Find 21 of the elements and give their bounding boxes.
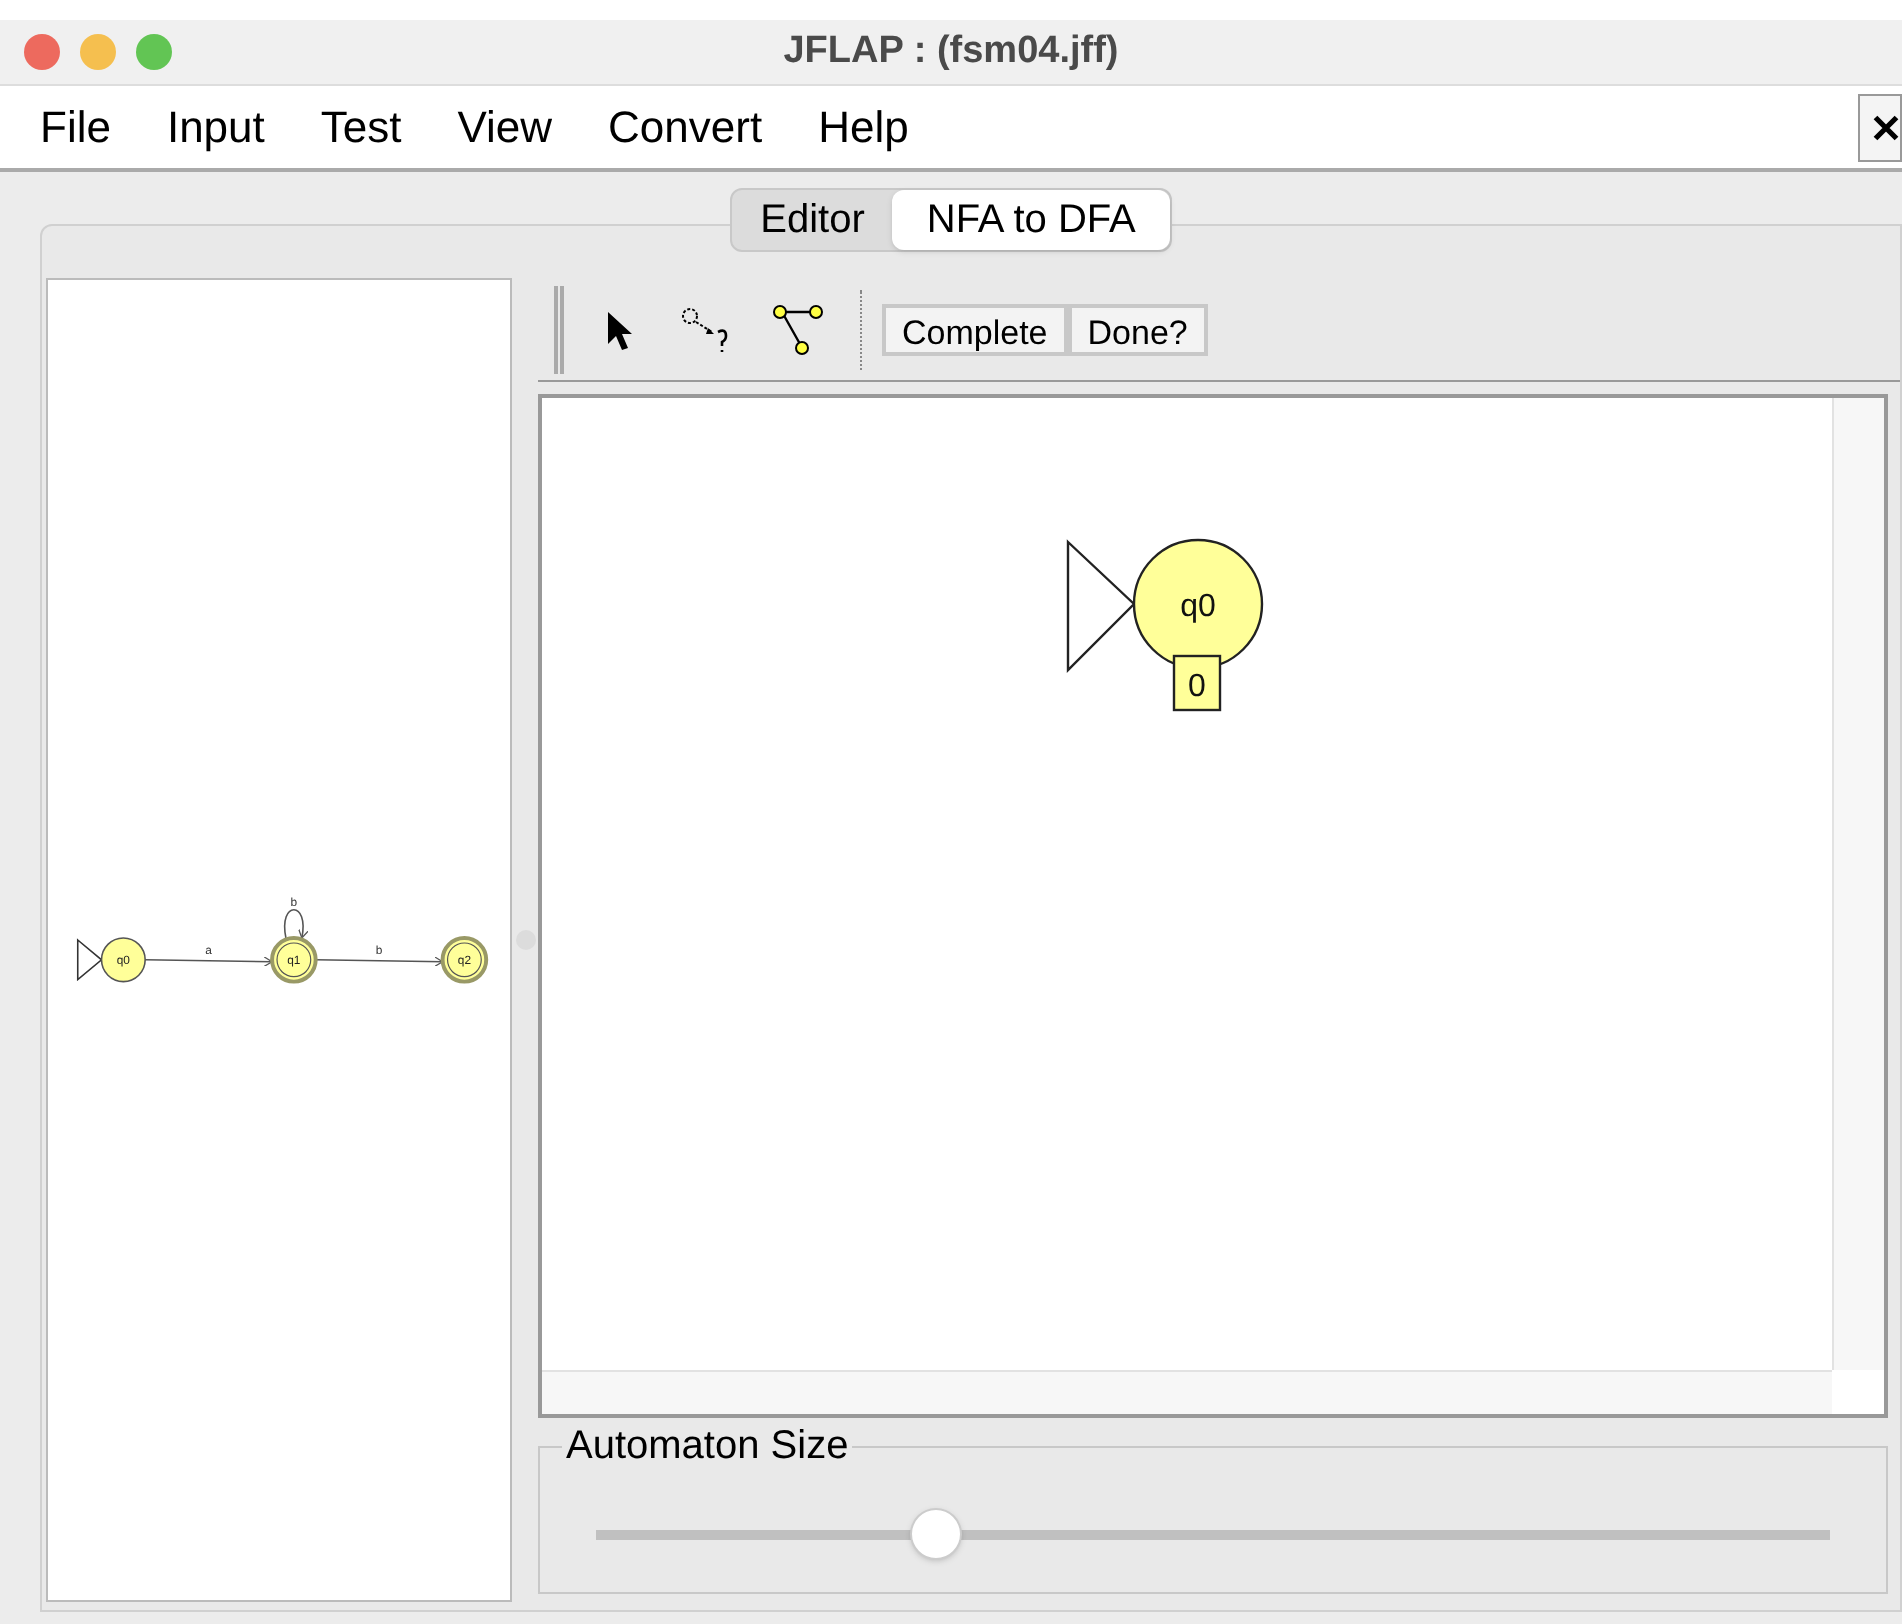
- graph-nodes-icon[interactable]: [772, 301, 828, 357]
- complete-button[interactable]: Complete: [882, 303, 1068, 355]
- zoom-window-icon[interactable]: [136, 34, 172, 70]
- menu-item[interactable]: File: [40, 94, 111, 160]
- tab[interactable]: Editor: [732, 190, 893, 250]
- tab[interactable]: NFA to DFA: [892, 190, 1170, 250]
- toolbar-grip-icon: [554, 285, 564, 373]
- menu-item[interactable]: Test: [320, 94, 402, 160]
- menu-item[interactable]: Help: [818, 94, 909, 160]
- slider-thumb[interactable]: [909, 1508, 962, 1560]
- menu-item[interactable]: View: [457, 94, 553, 160]
- done-button[interactable]: Done?: [1067, 303, 1208, 355]
- menu-item[interactable]: Input: [166, 94, 265, 160]
- pointer-tool-icon[interactable]: [604, 307, 636, 351]
- divider-handle-icon[interactable]: [515, 930, 535, 950]
- menu-item[interactable]: Convert: [608, 94, 763, 160]
- close-icon[interactable]: [1858, 94, 1902, 162]
- close-window-icon[interactable]: [24, 34, 60, 70]
- minimize-window-icon[interactable]: [80, 34, 116, 70]
- state-node: q0 0: [1066, 502, 1286, 722]
- window-title: JFLAP : (fsm04.jff): [783, 27, 1119, 76]
